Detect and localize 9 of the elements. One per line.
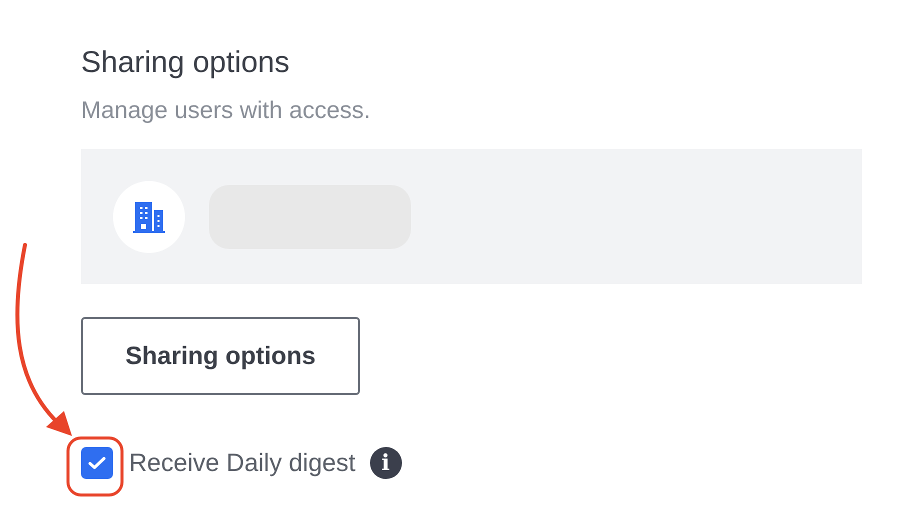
section-title: Sharing options — [81, 45, 290, 81]
info-icon[interactable]: i — [370, 447, 402, 479]
building-icon — [132, 200, 166, 234]
check-icon — [88, 456, 106, 470]
highlight-ring — [66, 436, 124, 496]
sharing-options-button[interactable]: Sharing options — [81, 317, 360, 395]
section-subtitle: Manage users with access. — [81, 96, 372, 126]
digest-label: Receive Daily digest — [129, 448, 356, 478]
digest-checkbox[interactable] — [81, 447, 113, 479]
